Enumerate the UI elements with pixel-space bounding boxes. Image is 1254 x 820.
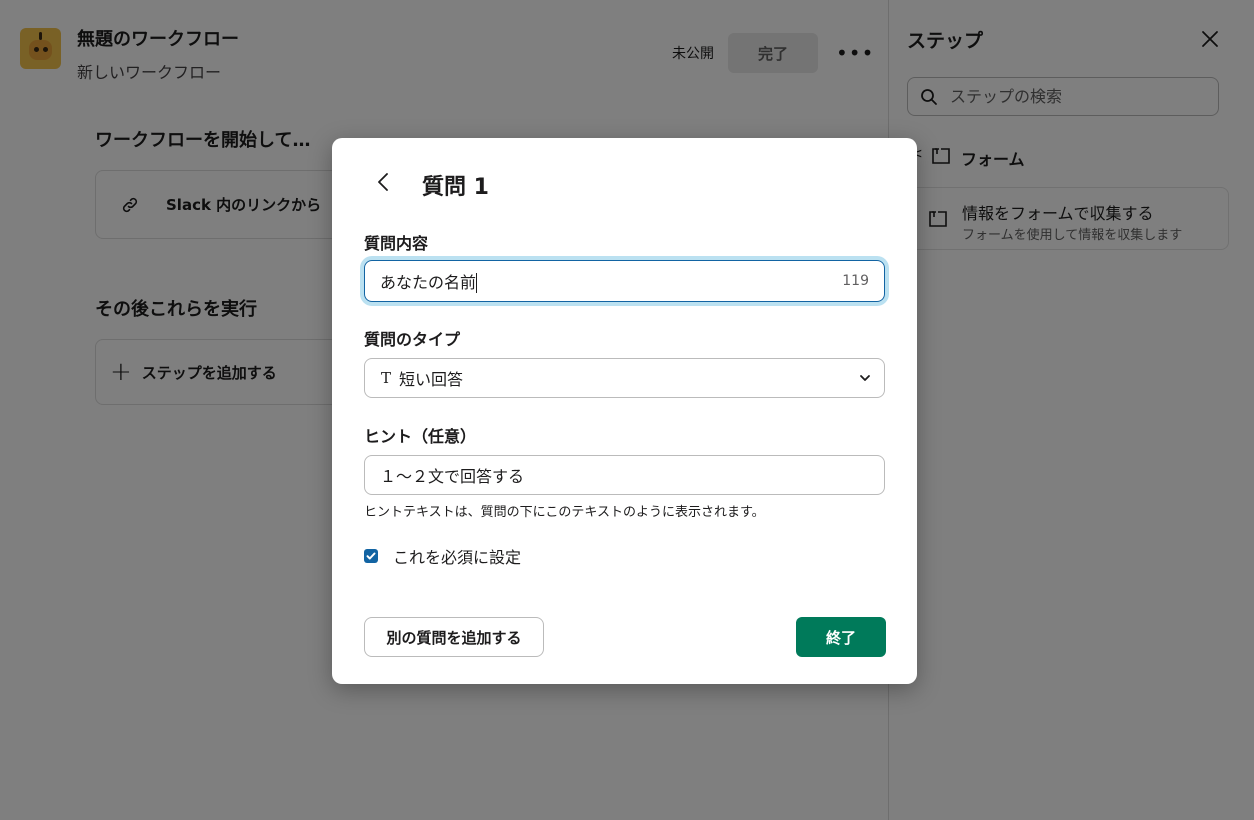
- hint-help-text: ヒントテキストは、質問の下にこのテキストのように表示されます。: [364, 505, 765, 520]
- question-label: 質問内容: [364, 234, 429, 253]
- char-count: 119: [842, 273, 869, 289]
- required-checkbox-row[interactable]: これを必須に設定: [364, 544, 521, 568]
- question-value: あなたの名前: [380, 272, 477, 292]
- dialog-title: 質問 1: [422, 175, 489, 200]
- text-type-icon: T: [381, 369, 392, 387]
- chevron-down-icon: [860, 375, 870, 381]
- question-type-value: 短い回答: [399, 370, 464, 389]
- required-checkbox[interactable]: [364, 549, 378, 563]
- required-label: これを必須に設定: [393, 548, 522, 567]
- add-question-button[interactable]: 別の質問を追加する: [364, 617, 544, 657]
- hint-value: １〜２文で回答する: [380, 467, 525, 486]
- hint-input[interactable]: １〜２文で回答する: [364, 455, 885, 495]
- text-caret: [476, 273, 478, 294]
- question-input[interactable]: あなたの名前 119: [364, 260, 885, 302]
- back-arrow-icon[interactable]: [372, 170, 396, 194]
- hint-label: ヒント（任意）: [364, 427, 477, 446]
- type-label: 質問のタイプ: [364, 330, 461, 349]
- finish-button[interactable]: 終了: [796, 617, 886, 657]
- question-type-select[interactable]: T 短い回答: [364, 358, 885, 398]
- question-dialog: 質問 1 質問内容 あなたの名前 119 質問のタイプ T 短い回答 ヒント（任…: [332, 138, 917, 684]
